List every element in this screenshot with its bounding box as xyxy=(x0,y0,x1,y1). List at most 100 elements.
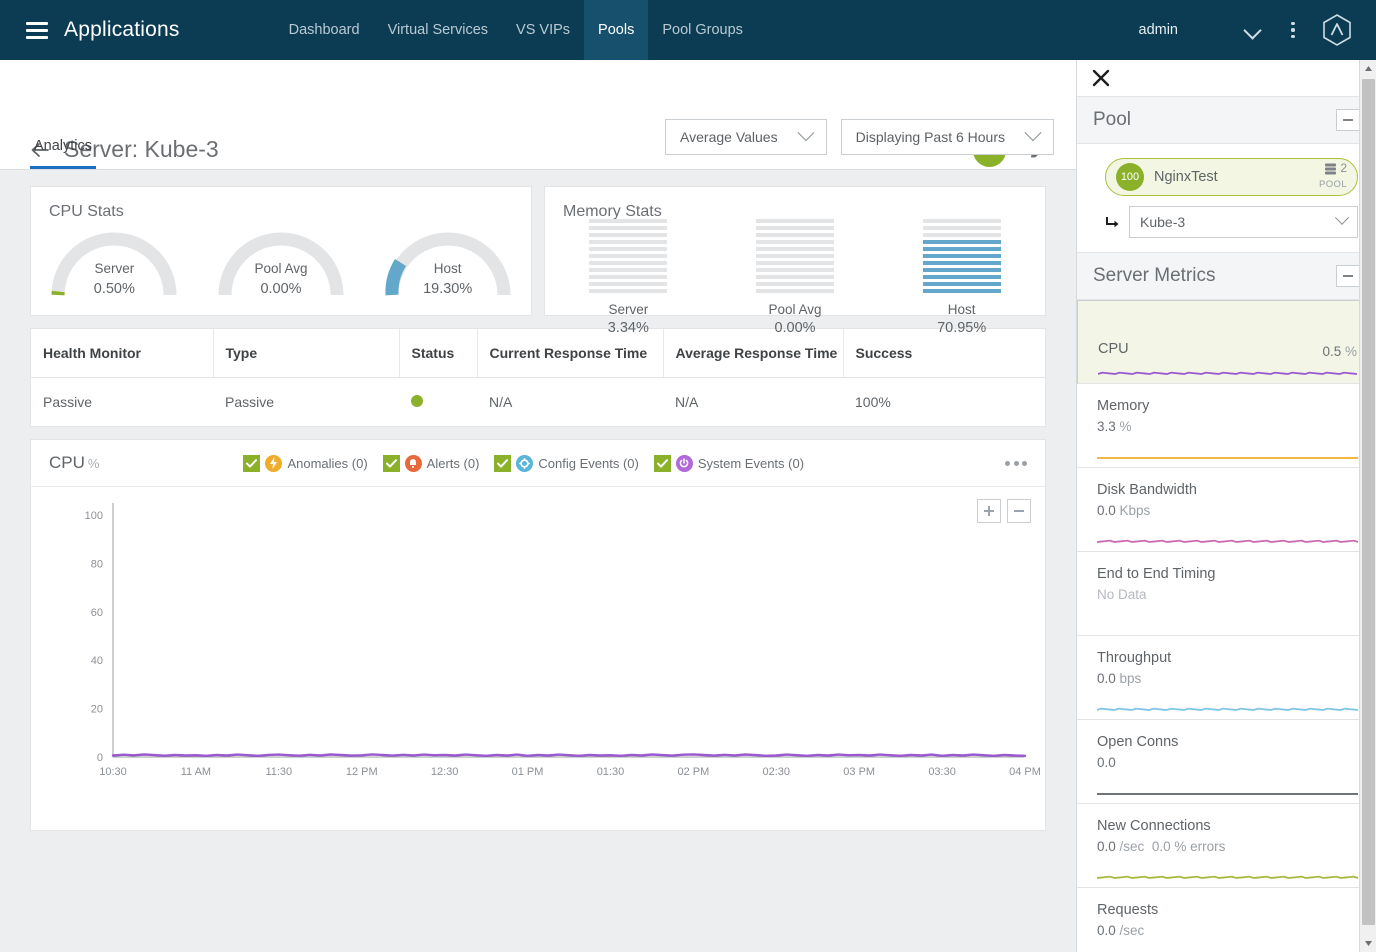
average-values-select[interactable]: Average Values xyxy=(665,119,827,155)
svg-text:01 PM: 01 PM xyxy=(512,766,544,778)
chevron-down-icon xyxy=(1025,124,1042,141)
right-panel-scrollbar[interactable] xyxy=(1359,60,1376,952)
nav-item-vs-vips[interactable]: VS VIPs xyxy=(502,0,584,60)
memory-stripe xyxy=(589,282,667,286)
gauge-server-label: Server xyxy=(31,261,198,276)
memory-stripe xyxy=(923,247,1001,251)
memory-stripe xyxy=(756,268,834,272)
legend-alerts[interactable]: Alerts (0) xyxy=(383,455,480,472)
tab-analytics[interactable]: Analytics xyxy=(30,138,96,169)
memory-stripe xyxy=(756,240,834,244)
gear-icon xyxy=(516,455,533,472)
pool-section-header: Pool xyxy=(1077,96,1376,144)
metric-value: 3.3 % xyxy=(1097,419,1358,434)
metric-value: 0.0 xyxy=(1097,755,1358,770)
scrollbar-thumb[interactable] xyxy=(1362,79,1375,925)
metric-item-memory[interactable]: Memory3.3 % xyxy=(1077,384,1376,468)
memory-stripe xyxy=(589,268,667,272)
chart-title: CPU% xyxy=(49,453,99,473)
server-selector-row: Kube-3 xyxy=(1105,206,1358,238)
time-range-select[interactable]: Displaying Past 6 Hours xyxy=(841,119,1054,155)
cell-average-response-time: N/A xyxy=(663,378,843,427)
metric-name: End to End Timing xyxy=(1097,566,1358,582)
memory-stripe xyxy=(923,261,1001,265)
server-metrics-collapse-button[interactable] xyxy=(1336,265,1360,287)
zoom-out-button[interactable] xyxy=(1007,499,1031,523)
checkbox-alerts[interactable] xyxy=(383,455,400,472)
legend-config-events[interactable]: Config Events (0) xyxy=(494,455,638,472)
legend-anomalies[interactable]: Anomalies (0) xyxy=(243,455,367,472)
memory-stripe xyxy=(589,289,667,293)
panel-close-row xyxy=(1077,60,1376,96)
gauge-server: Server 0.50% xyxy=(31,223,198,315)
app-title: Applications xyxy=(64,18,180,42)
status-up-icon xyxy=(411,395,423,407)
membar-host-stripes xyxy=(923,219,1001,293)
pool-card[interactable]: 100 NginxTest 2 POOL xyxy=(1105,158,1358,196)
table-row[interactable]: Passive Passive N/A N/A 100% xyxy=(31,378,1045,427)
metric-item-throughput[interactable]: Throughput0.0 bps xyxy=(1077,636,1376,720)
close-icon[interactable] xyxy=(1091,68,1111,88)
membar-pool-avg-value: 0.00% xyxy=(774,320,815,336)
gauge-server-value: 0.50% xyxy=(31,281,198,297)
nav-item-virtual-services[interactable]: Virtual Services xyxy=(374,0,502,60)
pool-meta: 2 POOL xyxy=(1319,162,1347,191)
membar-pool-avg-stripes xyxy=(756,219,834,293)
nav-item-dashboard[interactable]: Dashboard xyxy=(275,0,374,60)
svg-text:02:30: 02:30 xyxy=(763,766,791,778)
legend-anomalies-label: Anomalies (0) xyxy=(287,456,367,471)
chevron-down-icon[interactable] xyxy=(1240,17,1266,43)
scrollbar-up-arrow[interactable] xyxy=(1360,60,1376,77)
col-current-response-time: Current Response Time xyxy=(477,329,663,378)
metric-item-requests[interactable]: Requests0.0 /sec xyxy=(1077,888,1376,952)
cell-type: Passive xyxy=(213,378,399,427)
svg-text:20: 20 xyxy=(91,704,103,716)
cpu-stats-title: CPU Stats xyxy=(49,203,513,221)
pool-section-title: Pool xyxy=(1093,109,1131,131)
chart-zoom-controls xyxy=(977,499,1031,523)
user-label: admin xyxy=(1139,22,1179,38)
col-success: Success xyxy=(843,329,1045,378)
memory-stripe xyxy=(589,254,667,258)
metric-item-new-connections[interactable]: New Connections0.0 /sec 0.0 % errors xyxy=(1077,804,1376,888)
cell-status xyxy=(399,378,477,427)
checkbox-anomalies[interactable] xyxy=(243,455,260,472)
bolt-icon xyxy=(265,455,282,472)
metric-item-disk-bandwidth[interactable]: Disk Bandwidth0.0 Kbps xyxy=(1077,468,1376,552)
more-horizontal-icon[interactable] xyxy=(1005,461,1027,466)
membar-host-value: 70.95% xyxy=(937,320,986,336)
cell-current-response-time: N/A xyxy=(477,378,663,427)
pool-server-count-value: 2 xyxy=(1340,162,1347,175)
checkbox-config-events[interactable] xyxy=(494,455,511,472)
pool-section-collapse-button[interactable] xyxy=(1336,109,1360,131)
memory-bars: Server 3.34% Pool Avg 0.00% Host 70.95% xyxy=(545,219,1045,336)
col-type: Type xyxy=(213,329,399,378)
cell-success: 100% xyxy=(843,378,1045,427)
avi-hexagon-logo-icon[interactable] xyxy=(1320,13,1354,47)
svg-text:12:30: 12:30 xyxy=(431,766,459,778)
hamburger-menu-icon[interactable] xyxy=(26,22,48,39)
cpu-line-chart[interactable]: 02040608010010:3011 AM11:3012 PM12:3001 … xyxy=(31,487,1045,832)
nav-item-pools[interactable]: Pools xyxy=(584,0,648,60)
zoom-in-button[interactable] xyxy=(977,499,1001,523)
svg-text:0: 0 xyxy=(97,752,103,764)
checkbox-system-events[interactable] xyxy=(654,455,671,472)
metric-item-open-conns[interactable]: Open Conns0.0 xyxy=(1077,720,1376,804)
memory-stripe xyxy=(589,219,667,223)
metric-item-end-to-end-timing[interactable]: End to End TimingNo Data xyxy=(1077,552,1376,636)
server-select[interactable]: Kube-3 xyxy=(1129,206,1358,238)
col-health-monitor: Health Monitor xyxy=(31,329,213,378)
more-vertical-icon[interactable] xyxy=(1282,17,1304,43)
health-monitor-table: Health Monitor Type Status Current Respo… xyxy=(31,329,1045,426)
metric-sparkline xyxy=(1097,785,1358,797)
gauge-pool-avg: Pool Avg 0.00% xyxy=(198,223,365,315)
svg-text:40: 40 xyxy=(91,655,103,667)
legend-system-events[interactable]: System Events (0) xyxy=(654,455,804,472)
scrollbar-down-arrow[interactable] xyxy=(1360,935,1376,952)
nav-item-pool-groups[interactable]: Pool Groups xyxy=(648,0,757,60)
nav-right-group: admin xyxy=(1139,13,1376,47)
metric-item-cpu[interactable]: CPU0.5 % xyxy=(1077,300,1376,384)
metric-value: 0.0 /sec 0.0 % errors xyxy=(1097,839,1358,854)
gauge-host: Host 19.30% xyxy=(364,223,531,315)
time-range-select-value: Displaying Past 6 Hours xyxy=(856,129,1005,145)
